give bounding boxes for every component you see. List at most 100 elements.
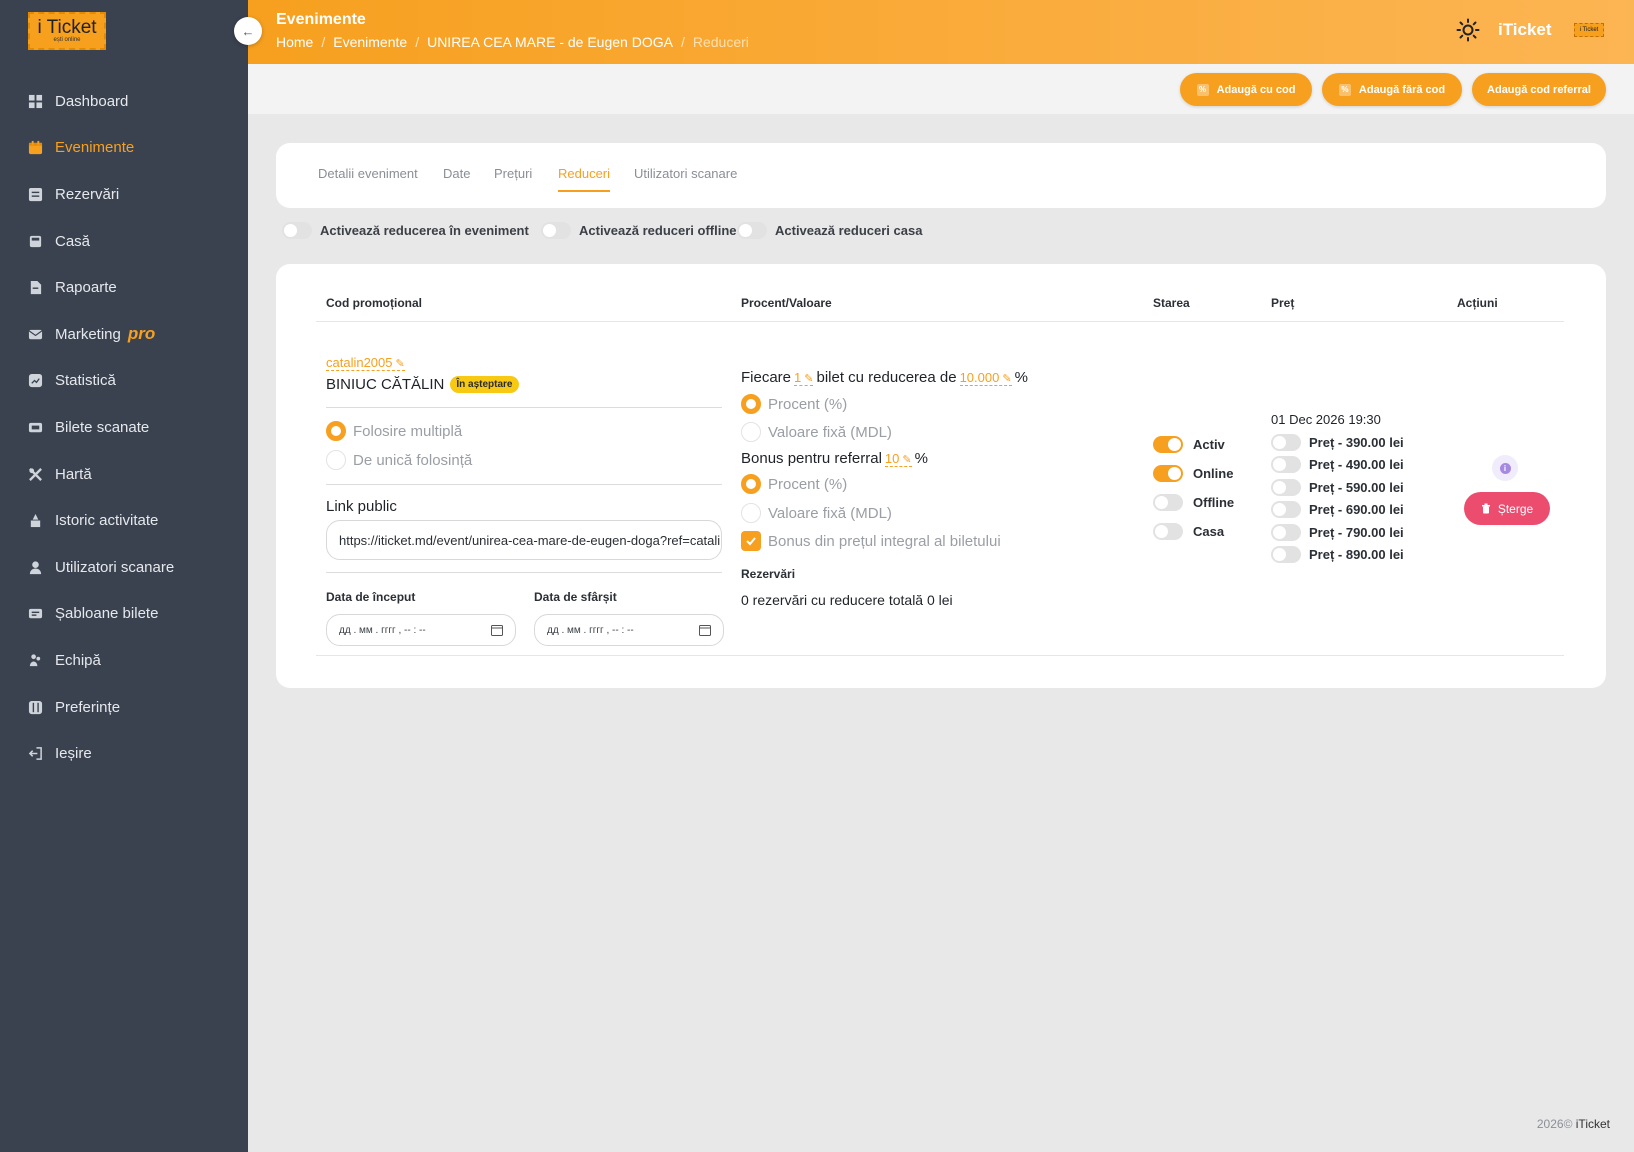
breadcrumb-home[interactable]: Home <box>276 34 313 50</box>
sidebar-item-iesire[interactable]: Ieșire <box>0 730 248 777</box>
radio-label: Procent (%) <box>768 475 848 493</box>
divider <box>326 484 722 485</box>
toggle-switch[interactable] <box>1153 465 1183 482</box>
pro-badge: pro <box>127 324 156 344</box>
toggle-label: Activează reduceri casa <box>775 223 923 238</box>
discount-type-percent-radio[interactable]: Procent (%) <box>741 394 847 414</box>
calendar-icon[interactable] <box>491 624 503 636</box>
add-with-code-button[interactable]: % Adaugă cu cod <box>1180 73 1312 106</box>
add-referral-button[interactable]: Adaugă cod referral <box>1472 73 1606 106</box>
tab-detalii-eveniment[interactable]: Detalii eveniment <box>318 166 418 190</box>
collapse-sidebar-button[interactable]: ← <box>234 17 262 45</box>
toggle-discount-event[interactable]: Activează reducerea în eveniment <box>282 222 529 239</box>
sidebar-item-statistica[interactable]: Statistică <box>0 358 248 405</box>
bonus-full-price-checkbox[interactable]: Bonus din prețul integral al biletului <box>741 531 1001 551</box>
sidebar: i Ticket ești online Dashboard Eveniment… <box>0 0 248 1152</box>
price-toggle-row[interactable]: Preț - 390.00 lei <box>1271 434 1404 451</box>
toggle-discount-offline[interactable]: Activează reduceri offline <box>541 222 737 239</box>
delete-button[interactable]: Șterge <box>1464 492 1550 525</box>
sidebar-item-utilizatori-scanare[interactable]: Utilizatori scanare <box>0 544 248 591</box>
sun-icon[interactable] <box>1456 18 1480 42</box>
radio-button[interactable] <box>741 474 761 494</box>
toggle-switch[interactable] <box>1271 479 1301 496</box>
usage-multiple-radio[interactable]: Folosire multiplă <box>326 421 462 441</box>
start-date-label: Data de început <box>326 590 416 604</box>
info-button[interactable]: i <box>1492 455 1518 481</box>
checkbox-label: Bonus din prețul integral al biletului <box>768 532 1001 550</box>
radio-button[interactable] <box>741 394 761 414</box>
sidebar-item-casa[interactable]: Casă <box>0 218 248 265</box>
date-placeholder: дд . мм . гггг , -- : -- <box>547 624 634 636</box>
toggle-switch[interactable] <box>1271 524 1301 541</box>
start-date-field[interactable]: дд . мм . гггг , -- : -- <box>326 614 516 646</box>
sidebar-item-evenimente[interactable]: Evenimente <box>0 125 248 172</box>
sidebar-item-bilete-scanate[interactable]: Bilete scanate <box>0 404 248 451</box>
sidebar-item-dashboard[interactable]: Dashboard <box>0 78 248 125</box>
referral-bonus-rule: Bonus pentru referral 10 ✎ % <box>741 450 928 467</box>
brand-name: iTicket <box>1498 20 1552 39</box>
toggle-switch[interactable] <box>1271 456 1301 473</box>
state-activ-toggle[interactable]: Activ <box>1153 436 1225 453</box>
price-toggle-row[interactable]: Preț - 790.00 lei <box>1271 524 1404 541</box>
ticket-count-edit[interactable]: 1 ✎ <box>794 370 814 386</box>
sidebar-item-preferinte[interactable]: Preferințe <box>0 684 248 731</box>
tab-preturi[interactable]: Prețuri <box>494 166 532 190</box>
radio-button[interactable] <box>326 450 346 470</box>
bonus-value-edit[interactable]: 10 ✎ <box>884 451 912 467</box>
state-casa-toggle[interactable]: Casa <box>1153 523 1224 540</box>
mini-logo[interactable]: i Ticket <box>1574 23 1604 37</box>
toggle-switch[interactable] <box>282 222 312 239</box>
checkbox[interactable] <box>741 531 761 551</box>
promo-code-link[interactable]: catalin2005 ✎ <box>326 355 405 371</box>
bonus-type-fixed-radio[interactable]: Valoare fixă (MDL) <box>741 503 892 523</box>
sidebar-item-istoric-activitate[interactable]: Istoric activitate <box>0 497 248 544</box>
price-toggle-row[interactable]: Preț - 490.00 lei <box>1271 456 1404 473</box>
toggle-discount-casa[interactable]: Activează reduceri casa <box>737 222 922 239</box>
price-toggle-row[interactable]: Preț - 590.00 lei <box>1271 479 1404 496</box>
radio-label: Folosire multiplă <box>353 422 463 440</box>
column-header-price: Preț <box>1271 296 1295 310</box>
sidebar-item-echipa[interactable]: Echipă <box>0 637 248 684</box>
tab-utilizatori-scanare[interactable]: Utilizatori scanare <box>634 166 737 190</box>
price-label: Preț - 890.00 lei <box>1309 547 1404 562</box>
bonus-type-percent-radio[interactable]: Procent (%) <box>741 474 847 494</box>
usage-single-radio[interactable]: De unică folosință <box>326 450 472 470</box>
discount-value-edit[interactable]: 10.000 ✎ <box>959 370 1012 386</box>
toggle-switch[interactable] <box>1271 501 1301 518</box>
toggle-switch[interactable] <box>1271 434 1301 451</box>
toggle-switch[interactable] <box>1153 494 1183 511</box>
state-offline-toggle[interactable]: Offline <box>1153 494 1234 511</box>
toggle-switch[interactable] <box>737 222 767 239</box>
sidebar-item-sabloane-bilete[interactable]: Șabloane bilete <box>0 591 248 638</box>
breadcrumb-event[interactable]: UNIREA CEA MARE - de Eugen DOGA <box>427 34 673 50</box>
sidebar-item-label: Casă <box>55 232 91 250</box>
radio-button[interactable] <box>741 503 761 523</box>
add-without-code-button[interactable]: % Adaugă fără cod <box>1322 73 1462 106</box>
tab-date[interactable]: Date <box>443 166 470 190</box>
state-online-toggle[interactable]: Online <box>1153 465 1233 482</box>
price-toggle-row[interactable]: Preț - 690.00 lei <box>1271 501 1404 518</box>
breadcrumb-evenimente[interactable]: Evenimente <box>333 34 407 50</box>
app-logo[interactable]: i Ticket ești online <box>28 12 106 50</box>
discount-type-fixed-radio[interactable]: Valoare fixă (MDL) <box>741 422 892 442</box>
scanned-ticket-icon <box>28 420 43 435</box>
radio-button[interactable] <box>741 422 761 442</box>
bonus-label: Bonus pentru referral <box>741 450 882 467</box>
sidebar-item-marketing[interactable]: Marketing pro <box>0 311 248 358</box>
tab-reduceri[interactable]: Reduceri <box>558 166 611 192</box>
user-icon <box>28 560 43 575</box>
radio-button[interactable] <box>326 421 346 441</box>
public-link-field[interactable]: https://iticket.md/event/unirea-cea-mare… <box>326 520 722 560</box>
toggle-switch[interactable] <box>1271 546 1301 563</box>
toggle-switch[interactable] <box>1153 523 1183 540</box>
toggle-switch[interactable] <box>1153 436 1183 453</box>
sidebar-item-rezervari[interactable]: Rezervări <box>0 171 248 218</box>
toggle-switch[interactable] <box>541 222 571 239</box>
sidebar-item-harta[interactable]: Hartă <box>0 451 248 498</box>
event-date: 01 Dec 2026 19:30 <box>1271 412 1381 427</box>
column-header-code: Cod promoțional <box>326 296 422 310</box>
sidebar-item-rapoarte[interactable]: Rapoarte <box>0 264 248 311</box>
price-toggle-row[interactable]: Preț - 890.00 lei <box>1271 546 1404 563</box>
calendar-icon[interactable] <box>699 624 711 636</box>
end-date-field[interactable]: дд . мм . гггг , -- : -- <box>534 614 724 646</box>
